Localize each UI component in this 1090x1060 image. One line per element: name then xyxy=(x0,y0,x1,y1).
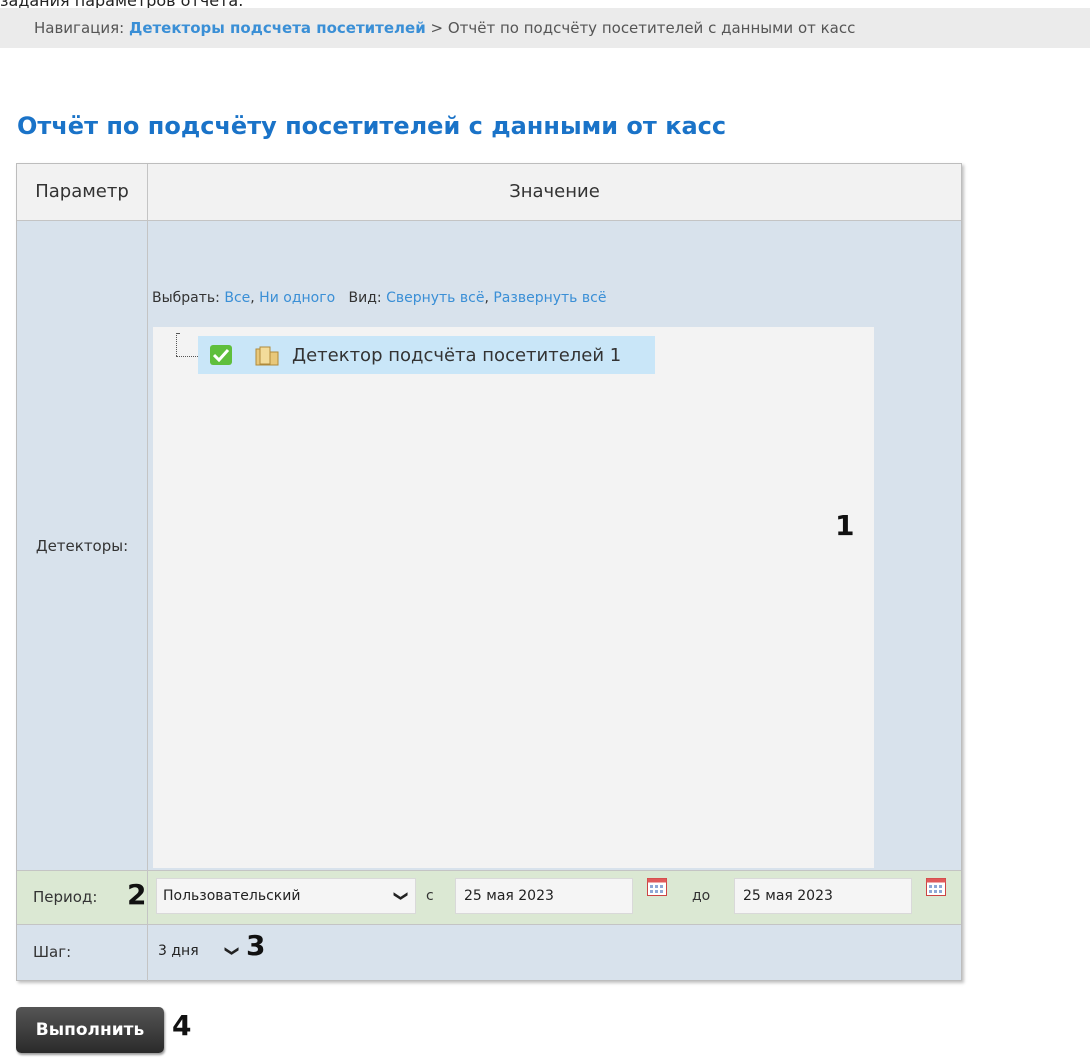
annotation-marker-2: 2 xyxy=(127,878,147,911)
chevron-down-icon: ❯ xyxy=(224,945,241,957)
period-label: Период: xyxy=(33,888,98,906)
chevron-down-icon: ❯ xyxy=(393,890,410,902)
from-label: с xyxy=(426,888,434,904)
checkbox-checked-icon[interactable] xyxy=(210,345,232,365)
select-none-link[interactable]: Ни одного xyxy=(259,290,335,306)
breadcrumb-current: Отчёт по подсчёту посетителей с данными … xyxy=(447,19,856,37)
select-links-bar: Выбрать: Все, Ни одного Вид: Свернуть вс… xyxy=(152,290,606,306)
tree-item-label: Детектор подсчёта посетителей 1 xyxy=(292,344,622,366)
collapse-all-link[interactable]: Свернуть всё xyxy=(386,290,484,306)
breadcrumb-link-detectors[interactable]: Детекторы подсчета посетителей xyxy=(129,19,426,37)
select-prefix: Выбрать: xyxy=(152,290,220,306)
detectors-row-label: Детекторы: xyxy=(17,221,147,870)
annotation-marker-3: 3 xyxy=(246,929,266,962)
detectors-label: Детекторы: xyxy=(35,536,129,555)
date-to-input[interactable]: 25 мая 2023 xyxy=(734,878,912,914)
annotation-marker-1: 1 xyxy=(835,509,855,542)
step-row-label: Шаг: xyxy=(17,925,147,980)
view-prefix: Вид: xyxy=(348,290,382,306)
step-selected-value: 3 дня xyxy=(158,943,199,959)
page-title: Отчёт по подсчёту посетителей с данными … xyxy=(17,112,727,140)
period-select[interactable]: Пользовательский ❯ xyxy=(156,878,416,914)
select-all-link[interactable]: Все xyxy=(224,290,250,306)
detectors-row-value: Выбрать: Все, Ни одного Вид: Свернуть вс… xyxy=(148,221,961,870)
breadcrumb: Навигация: Детекторы подсчета посетителе… xyxy=(0,8,1090,48)
column-divider xyxy=(147,164,148,982)
period-row-value: Пользовательский ❯ с 25 мая 2023 до 25 м… xyxy=(148,871,961,924)
report-params-table: Параметр Значение Детекторы: Выбрать: Вс… xyxy=(16,163,962,982)
tree-connector xyxy=(176,333,177,356)
detector-tree: Детектор подсчёта посетителей 1 xyxy=(153,327,874,868)
breadcrumb-prefix: Навигация: xyxy=(34,19,125,37)
header-param: Параметр xyxy=(17,164,147,220)
step-select[interactable]: 3 дня ❯ xyxy=(156,935,244,967)
checkmark-icon xyxy=(213,348,229,362)
run-report-button[interactable]: Выполнить xyxy=(16,1007,164,1053)
tree-connector xyxy=(176,356,200,357)
expand-all-link[interactable]: Развернуть всё xyxy=(493,290,606,306)
step-label: Шаг: xyxy=(33,943,72,961)
breadcrumb-separator: > xyxy=(430,19,444,37)
tree-item-detector-1[interactable]: Детектор подсчёта посетителей 1 xyxy=(198,336,655,374)
to-label: до xyxy=(692,888,711,904)
comma-separator: , xyxy=(250,290,260,306)
folder-icon xyxy=(254,344,280,366)
calendar-icon[interactable] xyxy=(647,878,667,896)
step-row-value: 3 дня ❯ 3 xyxy=(148,925,961,980)
date-from-input[interactable]: 25 мая 2023 xyxy=(455,878,633,914)
period-selected-value: Пользовательский xyxy=(163,888,301,904)
header-value: Значение xyxy=(148,164,961,220)
annotation-marker-4: 4 xyxy=(172,1009,192,1042)
calendar-icon[interactable] xyxy=(926,878,946,896)
